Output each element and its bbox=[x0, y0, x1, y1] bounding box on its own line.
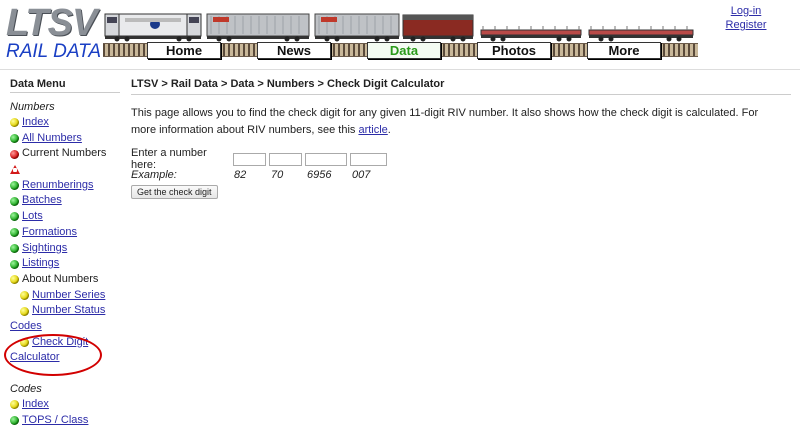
nav-news-button[interactable]: News bbox=[257, 42, 331, 59]
sidebar-item: Number Series bbox=[10, 288, 120, 304]
sidebar-item-label[interactable]: Sightings bbox=[22, 241, 67, 257]
green-dot-icon bbox=[10, 134, 19, 144]
yellow-dot-icon bbox=[10, 275, 19, 285]
sidebar-item-label[interactable]: Batches bbox=[22, 193, 62, 209]
register-link[interactable]: Register bbox=[718, 18, 774, 32]
example-label: Example: bbox=[131, 169, 177, 181]
header-divider bbox=[0, 69, 800, 70]
green-dot-icon bbox=[10, 228, 19, 238]
sidebar-item: Sightings bbox=[10, 241, 120, 257]
sidebar-item: About Numbers bbox=[10, 272, 120, 288]
sidebar-item-check-digit: Check Digit bbox=[10, 335, 120, 351]
warning-icon bbox=[10, 165, 20, 175]
example-part-4: 007 bbox=[352, 169, 371, 181]
sidebar-item: Formations bbox=[10, 225, 120, 241]
sidebar-codes-list: Index TOPS / Class bbox=[10, 397, 120, 428]
data-menu-sidebar: Data Menu Numbers Index All Numbers Curren… bbox=[10, 76, 120, 428]
login-link[interactable]: Log-in bbox=[718, 4, 774, 18]
sidebar-item-label[interactable]: TOPS / Class bbox=[22, 413, 88, 428]
sidebar-item-label: Current Numbers bbox=[22, 147, 107, 160]
green-dot-icon bbox=[10, 243, 19, 253]
sidebar-numbers-list: Index All Numbers Current Numbers Renumberi… bbox=[10, 115, 120, 288]
sidebar-title: Data Menu bbox=[10, 76, 120, 93]
logo-ltsv-text: LTSV bbox=[6, 2, 97, 44]
input-row: Enter a number here: bbox=[131, 147, 791, 171]
yellow-dot-icon bbox=[10, 400, 19, 410]
article-link[interactable]: article bbox=[358, 124, 387, 136]
sidebar-item: Lots bbox=[10, 209, 120, 225]
nav-photos-button[interactable]: Photos bbox=[477, 42, 551, 59]
sidebar-item-label[interactable]: Lots bbox=[22, 209, 43, 225]
sidebar-item-label[interactable]: Formations bbox=[22, 225, 77, 241]
red-dot-icon bbox=[10, 149, 19, 159]
intro-paragraph: This page allows you to find the check d… bbox=[131, 105, 781, 139]
sidebar-item-codes: Codes bbox=[10, 319, 120, 335]
green-dot-icon bbox=[10, 181, 19, 191]
sidebar-item bbox=[10, 162, 120, 178]
intro-end: . bbox=[387, 124, 391, 136]
account-links: Log-in Register bbox=[718, 4, 774, 32]
sidebar-item-label[interactable]: Index bbox=[22, 397, 49, 413]
number-part-2-input[interactable] bbox=[269, 152, 302, 166]
sidebar-item-label[interactable]: Index bbox=[22, 115, 49, 131]
example-part-2: 70 bbox=[271, 169, 284, 181]
example-part-1: 82 bbox=[234, 169, 247, 181]
sidebar-item: Listings bbox=[10, 256, 120, 272]
sidebar-item: All Numbers bbox=[10, 131, 120, 147]
nav-data-button[interactable]: Data bbox=[367, 42, 441, 59]
yellow-dot-icon bbox=[20, 306, 29, 316]
check-digit-calculator: Enter a number here: Example: 82 70 6956… bbox=[131, 147, 791, 199]
sidebar-item: Number Status bbox=[10, 303, 120, 319]
example-part-3: 6956 bbox=[307, 169, 332, 181]
get-check-digit-button[interactable]: Get the check digit bbox=[131, 185, 218, 199]
number-part-3-input[interactable] bbox=[305, 152, 347, 166]
sidebar-item: Index bbox=[10, 397, 120, 413]
sidebar-about-numbers-list: Number Series Number Status bbox=[10, 288, 120, 319]
yellow-dot-icon bbox=[10, 118, 19, 128]
intro-text: This page allows you to find the check d… bbox=[131, 107, 759, 136]
yellow-dot-icon bbox=[20, 290, 29, 300]
green-dot-icon bbox=[10, 416, 19, 426]
sidebar-heading-numbers: Numbers bbox=[10, 101, 55, 113]
sidebar-item: TOPS / Class bbox=[10, 413, 120, 428]
sidebar-item: Renumberings bbox=[10, 178, 120, 194]
breadcrumb: LTSV > Rail Data > Data > Numbers > Chec… bbox=[131, 76, 791, 95]
check-digit-link[interactable]: Check Digit bbox=[32, 335, 88, 351]
example-row: Example: 82 70 6956 007 bbox=[131, 167, 791, 183]
sidebar-item-label: About Numbers bbox=[22, 272, 99, 285]
sidebar-item: Batches bbox=[10, 193, 120, 209]
sidebar-item-label[interactable]: Number Series bbox=[32, 288, 105, 304]
sidebar-item-label[interactable]: Listings bbox=[22, 256, 59, 272]
green-dot-icon bbox=[10, 196, 19, 206]
number-part-1-input[interactable] bbox=[233, 152, 266, 166]
codes-link[interactable]: Codes bbox=[10, 319, 42, 335]
sidebar-item-label[interactable]: Renumberings bbox=[22, 178, 94, 194]
sidebar-item: Current Numbers bbox=[10, 146, 120, 162]
sidebar-heading-codes: Codes bbox=[10, 383, 42, 395]
green-dot-icon bbox=[10, 259, 19, 269]
sidebar-item-label[interactable]: All Numbers bbox=[22, 131, 82, 147]
logo-rail-data-text: RAIL DATA bbox=[6, 41, 102, 62]
sidebar-item: Index bbox=[10, 115, 120, 131]
sidebar-item-calculator: Calculator bbox=[10, 350, 120, 366]
calculator-link[interactable]: Calculator bbox=[10, 350, 60, 366]
main-content: LTSV > Rail Data > Data > Numbers > Chec… bbox=[131, 76, 791, 199]
site-header: LTSV RAIL DATA Home News Data Photos Mor… bbox=[0, 0, 800, 68]
enter-number-label: Enter a number here: bbox=[131, 147, 207, 171]
nav-home-button[interactable]: Home bbox=[147, 42, 221, 59]
nav-more-button[interactable]: More bbox=[587, 42, 661, 59]
number-part-4-input[interactable] bbox=[350, 152, 387, 166]
ltsv-rail-data-logo[interactable]: LTSV RAIL DATA bbox=[6, 2, 102, 62]
green-dot-icon bbox=[10, 212, 19, 222]
sidebar-item-label[interactable]: Number Status bbox=[32, 303, 105, 319]
train-banner-image bbox=[104, 13, 694, 42]
yellow-dot-icon bbox=[20, 337, 29, 347]
